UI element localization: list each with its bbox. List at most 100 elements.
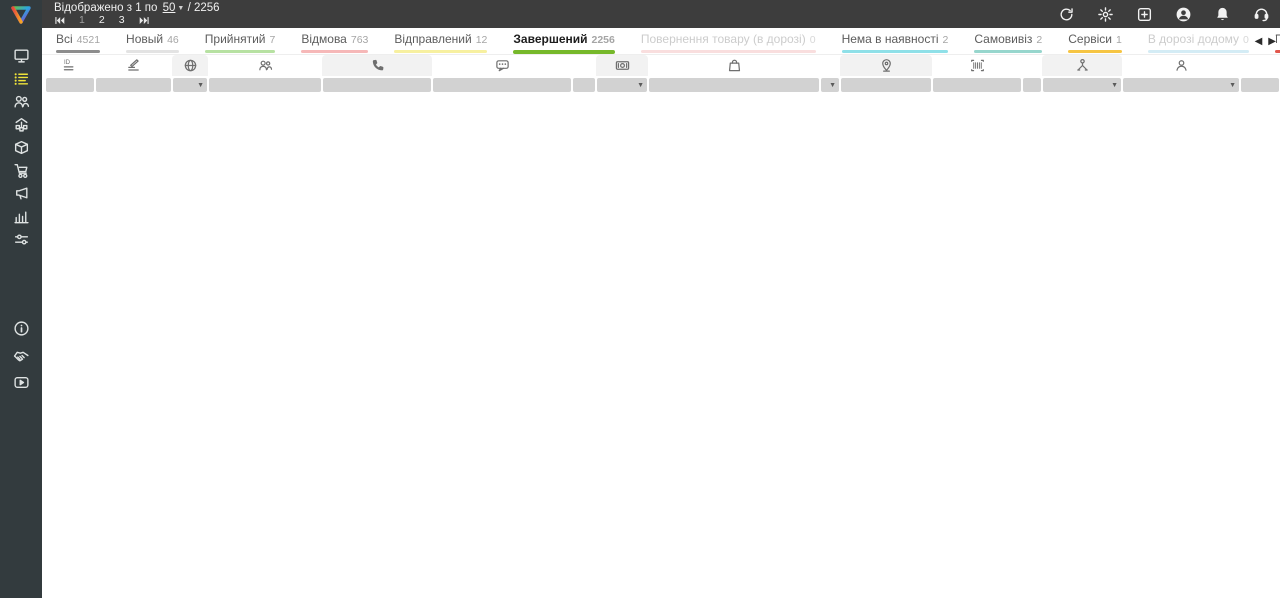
page-number-2[interactable]: 2 [99, 14, 105, 26]
filter-product[interactable] [649, 78, 819, 92]
add-window-icon[interactable] [1136, 6, 1153, 23]
page-size-dropdown[interactable]: 50 [163, 2, 176, 14]
filter-price[interactable]: ▼ [597, 78, 647, 92]
tab-label: Новый [126, 32, 163, 46]
filter-dropdown-icon[interactable]: ▼ [637, 82, 647, 89]
column-header-fulfillment[interactable] [1042, 55, 1122, 76]
notifications-icon[interactable] [1214, 6, 1231, 23]
sidebar-item-info[interactable] [0, 315, 42, 342]
tab-count: 0 [1243, 33, 1249, 47]
status-edit-icon [126, 58, 141, 73]
tab-відправлений[interactable]: Відправлений12 [394, 32, 487, 53]
filter-ttn-status[interactable] [1023, 78, 1041, 92]
company-icon [13, 116, 30, 133]
filter-dropdown-icon[interactable]: ▼ [1111, 82, 1121, 89]
tab-всі[interactable]: Всі4521 [56, 32, 100, 53]
column-header-product[interactable] [648, 56, 820, 76]
tab-scroll-left-icon[interactable]: ◀ [1255, 36, 1263, 47]
filter-status[interactable] [96, 78, 171, 92]
filter-date[interactable] [1241, 78, 1279, 92]
account-icon[interactable] [1175, 6, 1192, 23]
tab-нема-в-наявності[interactable]: Нема в наявності2 [842, 32, 949, 53]
sidebar-item-orders[interactable] [0, 67, 42, 90]
sidebar-item-marketing[interactable] [0, 182, 42, 205]
cart-icon [13, 162, 30, 179]
money-icon [615, 58, 630, 73]
table-header-row: ID [45, 55, 1280, 76]
filter-id[interactable] [46, 78, 94, 92]
chevron-down-icon[interactable]: ▼ [177, 5, 184, 12]
filter-dropdown-icon[interactable]: ▼ [1229, 82, 1239, 89]
column-header-status[interactable] [95, 56, 172, 76]
tab-underline [56, 50, 100, 53]
sidebar-item-company[interactable] [0, 113, 42, 136]
column-header-phone[interactable] [322, 55, 432, 76]
column-header-manager[interactable] [1122, 56, 1240, 76]
filter-client[interactable] [209, 78, 321, 92]
settings-icon[interactable] [1097, 6, 1114, 23]
clients-icon [258, 58, 273, 73]
sliders-icon [13, 231, 30, 248]
orders-table-wrap: ID ▼ ▼ ▼ ▼ ▼ [42, 55, 1280, 598]
first-page-icon[interactable] [54, 16, 65, 25]
column-header-country[interactable] [172, 55, 208, 76]
column-header-date[interactable] [1240, 56, 1280, 76]
column-header-comment[interactable] [432, 56, 572, 76]
column-header-ttn-status[interactable] [1022, 56, 1042, 76]
refresh-icon[interactable] [1058, 6, 1075, 23]
tab-повернення-товару-в-дорозі-[interactable]: Повернення товару (в дорозі)0 [641, 32, 816, 53]
filter-phone[interactable] [323, 78, 431, 92]
filter-manager[interactable]: ▼ [1123, 78, 1239, 92]
globe-icon [183, 58, 198, 73]
filter-comment[interactable] [433, 78, 571, 92]
topbar: Відображено з 1 по 50▼ / 2256 123 [42, 0, 1280, 28]
page-number-3[interactable]: 3 [119, 14, 125, 26]
filter-payment[interactable] [573, 78, 595, 92]
bag-icon [727, 58, 742, 73]
tab-прийнятий[interactable]: Прийнятий7 [205, 32, 276, 53]
column-header-client[interactable] [208, 56, 322, 76]
sidebar-item-settings[interactable] [0, 228, 42, 251]
tab-завершений[interactable]: Завершений2256 [513, 32, 614, 54]
sidebar [0, 0, 42, 598]
support-icon[interactable] [1253, 6, 1270, 23]
column-header-payment[interactable] [572, 56, 596, 76]
last-page-icon[interactable] [139, 16, 150, 25]
page-number-1[interactable]: 1 [79, 14, 85, 26]
tab-count: 763 [351, 33, 369, 47]
filter-ttn[interactable] [933, 78, 1021, 92]
sidebar-item-statistics[interactable] [0, 205, 42, 228]
app-logo-icon[interactable] [0, 0, 42, 30]
tab-label: Самовивіз [974, 32, 1032, 46]
sidebar-item-partners[interactable] [0, 342, 42, 369]
column-header-price[interactable] [596, 55, 648, 76]
column-header-ttn[interactable] [932, 56, 1022, 76]
sidebar-item-video-tutorials[interactable] [0, 369, 42, 396]
sidebar-item-clients[interactable] [0, 90, 42, 113]
sidebar-item-dashboard[interactable] [0, 44, 42, 67]
filter-fulfillment[interactable]: ▼ [1043, 78, 1121, 92]
tab-scroll-right-icon[interactable]: ▶ [1268, 36, 1276, 47]
monitor-icon [13, 47, 30, 64]
column-header-delivery[interactable] [820, 56, 840, 76]
column-header-city[interactable] [840, 55, 932, 76]
tab-в-дорозі-додому[interactable]: В дорозі додому0 [1148, 32, 1249, 53]
column-header-id[interactable]: ID [45, 56, 95, 76]
filter-delivery[interactable]: ▼ [821, 78, 839, 92]
tab-сервіси[interactable]: Сервіси1 [1068, 32, 1122, 53]
tab-самовивіз[interactable]: Самовивіз2 [974, 32, 1042, 53]
orders-table: ID ▼ ▼ ▼ ▼ ▼ [45, 55, 1280, 94]
total-count: / 2256 [188, 2, 220, 14]
sidebar-item-products[interactable] [0, 136, 42, 159]
tab-відмова[interactable]: Відмова763 [301, 32, 368, 53]
filter-dropdown-icon[interactable]: ▼ [197, 82, 207, 89]
tab-count: 0 [810, 33, 816, 47]
sidebar-nav [0, 44, 42, 396]
tab-count: 2256 [592, 33, 615, 47]
tab-новый[interactable]: Новый46 [126, 32, 179, 53]
filter-dropdown-icon[interactable]: ▼ [829, 82, 839, 89]
filter-city[interactable] [841, 78, 931, 92]
handshake-icon [13, 347, 30, 364]
filter-country[interactable]: ▼ [173, 78, 207, 92]
sidebar-item-purchases[interactable] [0, 159, 42, 182]
